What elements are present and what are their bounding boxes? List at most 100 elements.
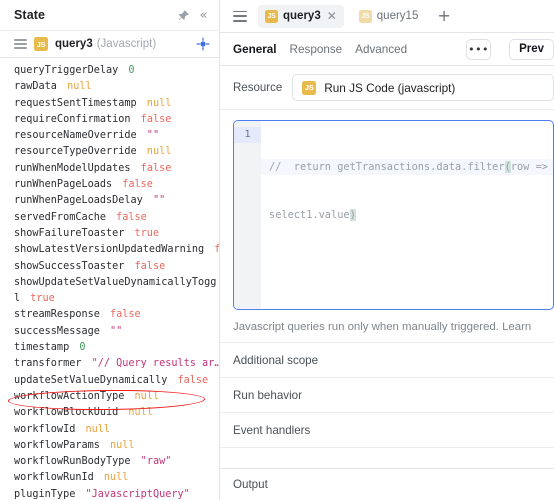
editor-code-area[interactable]: // return getTransactions.data.filter(ro…: [261, 121, 553, 309]
state-key: requireConfirmation: [14, 113, 131, 125]
tab-query15[interactable]: JS query15: [352, 5, 426, 28]
section-additional-scope[interactable]: Additional scope: [220, 343, 554, 378]
section-event-handlers[interactable]: Event handlers: [220, 413, 554, 448]
code-line-1: // return getTransactions.data.filter(ro…: [261, 159, 553, 175]
code-text: select1.value: [269, 209, 350, 221]
state-key: updateSetValueDynamically: [14, 374, 168, 386]
state-key: servedFromCache: [14, 211, 107, 223]
state-key: queryTriggerDelay: [14, 65, 119, 76]
state-value: false: [134, 162, 172, 174]
state-tree-row[interactable]: showFailureToaster true: [0, 226, 219, 242]
state-value: null: [128, 390, 160, 402]
editor-helper-text: Javascript queries run only when manuall…: [220, 321, 554, 343]
crosshair-icon[interactable]: [196, 37, 210, 51]
state-value: null: [140, 97, 172, 109]
state-value: true: [24, 293, 55, 305]
state-key: workflowParams: [14, 439, 100, 451]
state-tree-row[interactable]: showLatestVersionUpdatedWarning f.: [0, 242, 219, 258]
state-value: false: [116, 179, 153, 191]
code-text: // return getTransactions.data.filter: [269, 161, 505, 173]
state-tree-row[interactable]: runWhenPageLoadsDelay "": [0, 193, 219, 209]
state-tree-row[interactable]: servedFromCache false: [0, 210, 219, 226]
query-editor-panel: JS query3 ✕ JS query15 + General Respons…: [220, 0, 554, 500]
state-value: false: [110, 211, 147, 223]
state-query-name: query3: [55, 38, 93, 50]
section-run-behavior[interactable]: Run behavior: [220, 378, 554, 413]
state-tree-row[interactable]: requestSentTimestamp null: [0, 96, 219, 112]
pin-icon[interactable]: [174, 6, 192, 24]
state-tree-row[interactable]: workflowRunBodyType "raw": [0, 454, 219, 470]
resource-row: Resource JS Run JS Code (javascript): [220, 66, 554, 110]
state-panel-header: State «: [0, 0, 219, 30]
tab-response[interactable]: Response: [290, 43, 343, 56]
state-value: false: [103, 309, 141, 321]
state-key: showSuccessToaster: [14, 260, 125, 272]
state-value: true: [128, 227, 160, 239]
js-badge-icon: JS: [265, 9, 278, 23]
code-editor[interactable]: 1 // return getTransactions.data.filter(…: [233, 120, 554, 310]
app-root: State « JS query3 (Javascript) queryTrig…: [0, 0, 554, 500]
resource-label: Resource: [233, 81, 283, 94]
hamburger-icon[interactable]: [233, 10, 247, 22]
state-key: successMessage: [14, 325, 100, 337]
state-tree-row[interactable]: queryTriggerDelay 0: [0, 63, 219, 79]
state-key: workflowRunBodyType: [14, 456, 131, 468]
state-value: 0: [122, 65, 135, 76]
state-key: runWhenPageLoads: [14, 179, 113, 191]
state-tree-row[interactable]: showUpdateSetValueDynamicallyToggl true: [0, 275, 219, 308]
page-title: State: [14, 8, 46, 22]
state-value: f.: [214, 244, 219, 256]
state-tree-row[interactable]: timestamp 0: [0, 340, 219, 356]
collapse-panel-button[interactable]: «: [192, 6, 210, 24]
state-value: "": [140, 130, 160, 142]
state-value: null: [140, 146, 172, 158]
resource-select[interactable]: JS Run JS Code (javascript): [292, 74, 554, 101]
state-tree[interactable]: queryTriggerDelay 0 rawData null requestSe…: [0, 58, 219, 500]
resource-value: Run JS Code (javascript): [324, 80, 456, 95]
tab-label: query15: [376, 10, 419, 22]
state-panel: State « JS query3 (Javascript) queryTrig…: [0, 0, 220, 500]
state-key: resourceNameOverride: [14, 130, 137, 142]
state-tree-row[interactable]: workflowBlockUuid null: [0, 405, 219, 421]
state-tree-row[interactable]: runWhenPageLoads false: [0, 177, 219, 193]
more-options-button[interactable]: •••: [466, 38, 492, 60]
state-value: "raw": [134, 456, 172, 468]
tab-advanced[interactable]: Advanced: [355, 43, 407, 56]
tab-query3[interactable]: JS query3 ✕: [258, 4, 344, 28]
state-tree-row[interactable]: requireConfirmation false: [0, 112, 219, 128]
close-icon[interactable]: ✕: [327, 10, 337, 22]
state-value: null: [79, 423, 111, 435]
state-value: 0: [73, 342, 86, 354]
state-tree-row[interactable]: workflowId null: [0, 422, 219, 438]
state-tree-row[interactable]: successMessage "": [0, 324, 219, 340]
tab-general[interactable]: General: [233, 43, 277, 56]
state-value: null: [60, 81, 92, 93]
js-badge-icon: JS: [34, 37, 48, 51]
state-tree-row[interactable]: resourceNameOverride "": [0, 128, 219, 144]
state-tree-row[interactable]: workflowActionType null: [0, 389, 219, 405]
state-key: workflowBlockUuid: [14, 407, 119, 419]
state-tree-row[interactable]: streamResponse false: [0, 307, 219, 323]
state-tree-row[interactable]: workflowRunId null: [0, 470, 219, 486]
code-text: row => ro: [510, 161, 548, 173]
state-tree-row[interactable]: resourceTypeOverride null: [0, 144, 219, 160]
state-tree-row[interactable]: updateSetValueDynamically false: [0, 373, 219, 389]
state-tree-row[interactable]: showSuccessToaster false: [0, 259, 219, 275]
preview-button[interactable]: Prev: [509, 38, 554, 60]
state-key: runWhenModelUpdates: [14, 162, 131, 174]
state-tree-row[interactable]: runWhenModelUpdates false: [0, 161, 219, 177]
state-key: workflowRunId: [14, 472, 94, 484]
state-tree-row[interactable]: transformer "// Query results ar…: [0, 356, 219, 372]
hamburger-icon[interactable]: [14, 39, 27, 49]
state-value: null: [103, 439, 135, 451]
state-tree-row[interactable]: workflowParams null: [0, 438, 219, 454]
state-tree-row[interactable]: rawData null: [0, 79, 219, 95]
state-value: false: [171, 374, 209, 386]
state-key: showLatestVersionUpdatedWarning: [14, 244, 205, 256]
plus-icon[interactable]: +: [433, 8, 454, 24]
panel-filler: [220, 448, 554, 468]
state-tree-row[interactable]: pluginType "JavascriptQuery": [0, 487, 219, 500]
state-value: null: [97, 472, 129, 484]
tab-label: query3: [283, 10, 321, 22]
state-key: transformer: [14, 358, 82, 370]
